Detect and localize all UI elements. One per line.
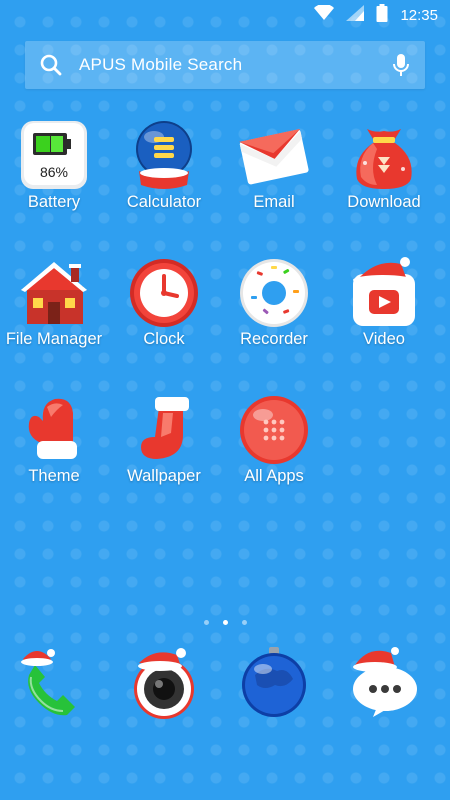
battery-icon [376, 4, 388, 27]
status-bar: 12:35 [0, 0, 450, 30]
wifi-icon [314, 3, 335, 26]
status-time: 12:35 [400, 7, 438, 24]
search-label[interactable]: APUS Mobile Search [79, 55, 242, 75]
app-all-apps[interactable]: All Apps [218, 393, 330, 513]
app-theme[interactable]: Theme [0, 393, 110, 513]
signal-icon [346, 5, 365, 26]
camera-icon[interactable] [127, 648, 201, 723]
app-recorder[interactable]: Recorder [218, 256, 330, 376]
clock-icon[interactable] [127, 256, 201, 330]
ornament-grid-icon[interactable] [237, 393, 311, 467]
dock-phone[interactable] [17, 645, 91, 719]
app-wallpaper[interactable]: Wallpaper [108, 393, 220, 513]
envelope-icon[interactable] [237, 119, 311, 193]
page-dot[interactable] [203, 620, 209, 625]
app-email[interactable]: Email [218, 119, 330, 239]
dock-camera[interactable] [127, 645, 201, 719]
gift-sack-icon[interactable] [347, 119, 421, 193]
page-dot-active[interactable] [222, 620, 228, 625]
snow-globe-icon[interactable] [127, 119, 201, 193]
browser-globe-icon[interactable] [237, 647, 311, 723]
app-label-download: Download [347, 193, 421, 211]
dock-browser[interactable] [237, 645, 311, 719]
stocking-icon[interactable] [127, 393, 201, 467]
app-file-manager[interactable]: File Manager [0, 256, 110, 376]
app-video[interactable]: Video [328, 256, 440, 376]
battery-badge: 86% [40, 164, 68, 180]
house-icon[interactable] [17, 256, 91, 330]
search-icon[interactable] [39, 53, 63, 82]
page-indicator[interactable] [0, 620, 450, 625]
status-icons: 12:35 [314, 3, 438, 27]
dock-messages[interactable] [347, 645, 421, 719]
video-play-icon[interactable] [347, 256, 421, 330]
battery-icon[interactable]: 86% [17, 119, 91, 193]
app-clock[interactable]: Clock [108, 256, 220, 376]
page-dot[interactable] [241, 620, 247, 625]
app-battery[interactable]: 86% Battery [0, 119, 110, 239]
app-download[interactable]: Download [328, 119, 440, 239]
messages-icon[interactable] [347, 647, 421, 723]
mic-icon[interactable] [391, 53, 411, 82]
mitten-icon[interactable] [17, 393, 91, 467]
phone-icon[interactable] [17, 649, 91, 723]
app-calculator[interactable]: Calculator [108, 119, 220, 239]
donut-icon[interactable] [237, 256, 311, 330]
search-bar[interactable]: APUS Mobile Search [25, 41, 425, 89]
app-label-video: Video [363, 330, 405, 348]
app-label-all-apps: All Apps [244, 467, 304, 485]
